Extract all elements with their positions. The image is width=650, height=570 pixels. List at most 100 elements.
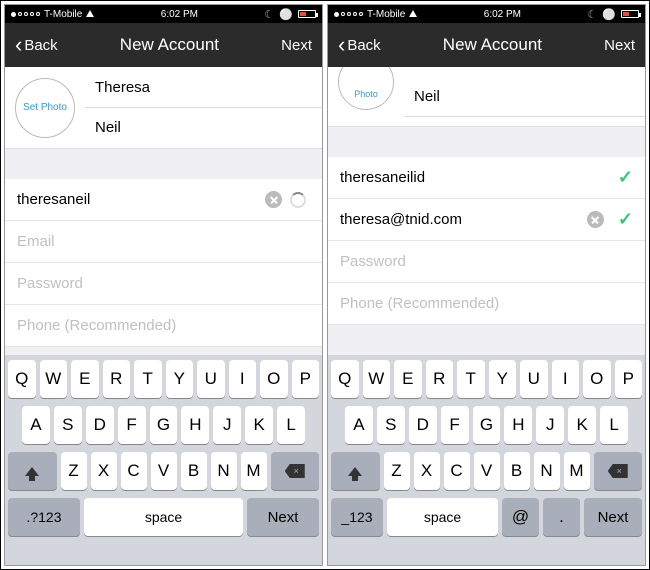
shift-icon [25, 467, 39, 476]
shift-key[interactable] [331, 452, 380, 490]
key-j[interactable]: J [536, 406, 564, 444]
key-v[interactable]: V [151, 452, 177, 490]
key-row-2: ASDFGHJKL [8, 406, 319, 444]
key-f[interactable]: F [441, 406, 469, 444]
key-t[interactable]: T [134, 360, 162, 398]
key-f[interactable]: F [118, 406, 146, 444]
key-u[interactable]: U [197, 360, 225, 398]
set-photo-button[interactable]: Photo [338, 67, 394, 110]
signal-dots [334, 12, 363, 17]
key-q[interactable]: Q [331, 360, 359, 398]
backspace-key[interactable]: × [594, 452, 643, 490]
set-photo-button[interactable]: Set Photo [15, 78, 75, 138]
key-j[interactable]: J [213, 406, 241, 444]
key-d[interactable]: D [86, 406, 114, 444]
lastname-field[interactable]: Neil [85, 108, 322, 148]
clear-icon[interactable] [265, 191, 282, 208]
key-s[interactable]: S [54, 406, 82, 444]
shift-key[interactable] [8, 452, 57, 490]
keyboard-next-key[interactable]: Next [584, 498, 642, 536]
key-a[interactable]: A [22, 406, 50, 444]
key-w[interactable]: W [40, 360, 68, 398]
back-button[interactable]: ‹Back [338, 34, 381, 56]
key-row-2b: ASDFGHJKL [331, 406, 642, 444]
key-k[interactable]: K [568, 406, 596, 444]
key-m[interactable]: M [241, 452, 267, 490]
username-field[interactable]: theresaneilid ✓ [328, 157, 645, 199]
backspace-key[interactable]: × [271, 452, 320, 490]
key-x[interactable]: X [91, 452, 117, 490]
screen-left: T-Mobile 6:02 PM ☾ ⚪ ‹Back New Account N… [4, 4, 323, 566]
checkmark-icon: ✓ [618, 167, 633, 188]
spinner-icon [290, 192, 306, 208]
next-button[interactable]: Next [281, 37, 312, 54]
key-w[interactable]: W [363, 360, 391, 398]
backspace-icon: × [608, 464, 628, 478]
phone-field[interactable]: Phone (Recommended) [5, 305, 322, 347]
key-u[interactable]: U [520, 360, 548, 398]
key-m[interactable]: M [564, 452, 590, 490]
keyboard: QWERTYUIOP ASDFGHJKL ZXCVBNM × .?123 spa… [5, 355, 322, 565]
lastname-field[interactable]: Neil [404, 77, 645, 117]
key-g[interactable]: G [473, 406, 501, 444]
key-p[interactable]: P [292, 360, 320, 398]
key-a[interactable]: A [345, 406, 373, 444]
password-field[interactable]: Password [328, 241, 645, 283]
key-o[interactable]: O [583, 360, 611, 398]
key-e[interactable]: E [71, 360, 99, 398]
key-i[interactable]: I [552, 360, 580, 398]
key-k[interactable]: K [245, 406, 273, 444]
clock: 6:02 PM [161, 9, 198, 20]
key-t[interactable]: T [457, 360, 485, 398]
key-p[interactable]: P [615, 360, 643, 398]
keyboard-next-key[interactable]: Next [247, 498, 319, 536]
numeric-key[interactable]: _123 [331, 498, 383, 536]
key-z[interactable]: Z [61, 452, 87, 490]
key-s[interactable]: S [377, 406, 405, 444]
clear-icon[interactable] [587, 211, 604, 228]
key-b[interactable]: B [504, 452, 530, 490]
key-h[interactable]: H [504, 406, 532, 444]
password-field[interactable]: Password [5, 263, 322, 305]
back-button[interactable]: ‹Back [15, 34, 58, 56]
key-b[interactable]: B [181, 452, 207, 490]
space-key[interactable]: space [84, 498, 243, 536]
key-x[interactable]: X [414, 452, 440, 490]
next-button[interactable]: Next [604, 37, 635, 54]
key-n[interactable]: N [211, 452, 237, 490]
key-r[interactable]: R [103, 360, 131, 398]
key-d[interactable]: D [409, 406, 437, 444]
key-c[interactable]: C [121, 452, 147, 490]
key-y[interactable]: Y [166, 360, 194, 398]
space-key[interactable]: space [387, 498, 498, 536]
key-row-3: ZXCVBNM [61, 452, 267, 490]
key-z[interactable]: Z [384, 452, 410, 490]
key-e[interactable]: E [394, 360, 422, 398]
username-field[interactable]: theresaneil [5, 179, 322, 221]
key-o[interactable]: O [260, 360, 288, 398]
key-y[interactable]: Y [489, 360, 517, 398]
firstname-field[interactable]: Theresa [85, 68, 322, 108]
key-g[interactable]: G [150, 406, 178, 444]
email-field[interactable]: Email [5, 221, 322, 263]
wifi-icon [409, 9, 417, 20]
key-r[interactable]: R [426, 360, 454, 398]
bluetooth-icon: ⚪ [279, 8, 293, 21]
at-key[interactable]: @ [502, 498, 539, 536]
key-l[interactable]: L [600, 406, 628, 444]
key-q[interactable]: Q [8, 360, 36, 398]
numeric-key[interactable]: .?123 [8, 498, 80, 536]
status-bar: T-Mobile 6:02 PM ☾ ⚪ [328, 5, 645, 23]
dnd-icon: ☾ [587, 8, 597, 21]
nav-bar: ‹Back New Account Next [5, 23, 322, 67]
nav-bar: ‹Back New Account Next [328, 23, 645, 67]
key-h[interactable]: H [181, 406, 209, 444]
period-key[interactable]: . [543, 498, 580, 536]
key-l[interactable]: L [277, 406, 305, 444]
key-v[interactable]: V [474, 452, 500, 490]
phone-field[interactable]: Phone (Recommended) [328, 283, 645, 325]
key-c[interactable]: C [444, 452, 470, 490]
email-field[interactable]: theresa@tnid.com ✓ [328, 199, 645, 241]
key-i[interactable]: I [229, 360, 257, 398]
key-n[interactable]: N [534, 452, 560, 490]
